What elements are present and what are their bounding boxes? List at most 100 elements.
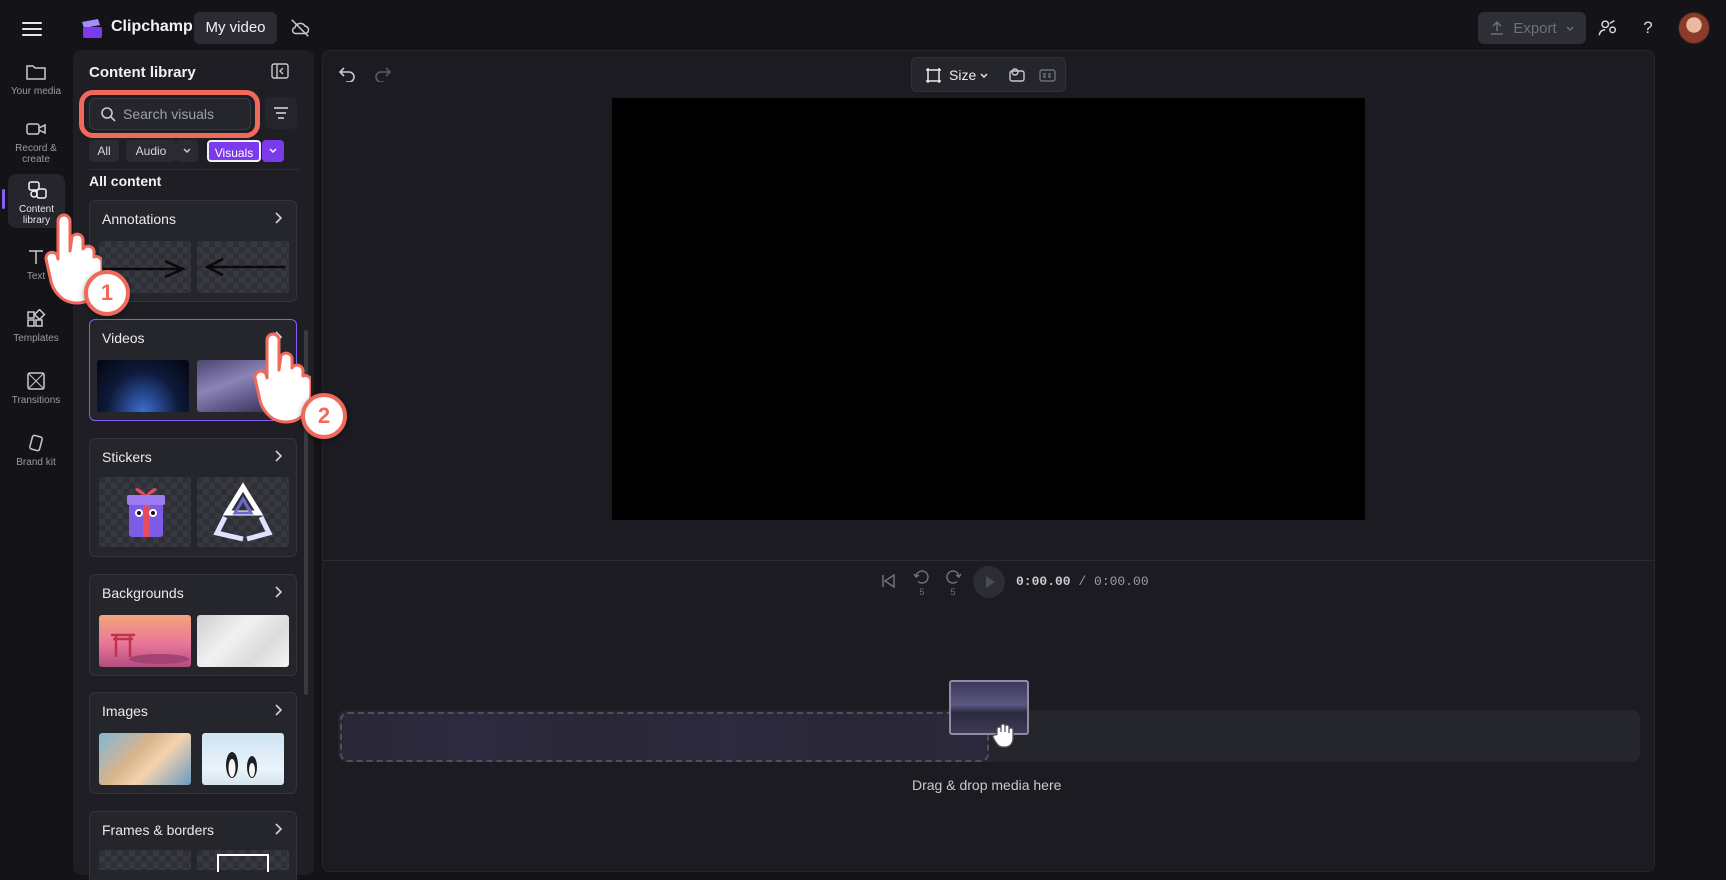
recycle-sticker-icon: [213, 482, 273, 542]
category-card-frames-borders[interactable]: Frames & borders: [89, 811, 297, 880]
skip-back-icon[interactable]: [880, 573, 896, 589]
filter-visuals-chip[interactable]: Visuals: [207, 140, 261, 162]
folder-icon: [26, 65, 46, 80]
background-thumbnail-torii[interactable]: [99, 615, 191, 667]
content-library-icon: [27, 181, 47, 199]
category-card-stickers[interactable]: Stickers: [89, 438, 297, 557]
grab-hand-icon: [992, 723, 1014, 748]
export-button[interactable]: Export: [1478, 12, 1586, 44]
rail-label: Transitions: [11, 395, 61, 406]
time-total: / 0:00.00: [1078, 574, 1149, 589]
rail-label: Record & create: [15, 143, 57, 165]
rail-item-transitions[interactable]: Transitions: [4, 371, 68, 415]
card-title: Videos: [102, 330, 145, 346]
step-badge-2: 2: [301, 393, 347, 439]
canvas-toolbar: Size: [911, 57, 1066, 92]
rail-item-record-create[interactable]: Record & create: [4, 119, 68, 165]
image-thumbnail-people[interactable]: [99, 733, 191, 785]
drop-zone-placeholder[interactable]: [340, 712, 989, 762]
rail-item-your-media[interactable]: Your media: [4, 62, 68, 106]
avatar[interactable]: [1678, 12, 1710, 44]
rail-label: Text: [26, 271, 46, 282]
rail-item-templates[interactable]: Templates: [4, 309, 68, 353]
card-title: Stickers: [102, 449, 152, 465]
panel-title: Content library: [89, 64, 196, 81]
templates-icon: [27, 309, 46, 327]
frame-thumbnail[interactable]: [197, 850, 289, 872]
menu-icon[interactable]: [20, 18, 44, 38]
transitions-icon: [27, 372, 45, 390]
size-dropdown-label[interactable]: Size: [949, 67, 976, 83]
filter-all-chip[interactable]: All: [89, 140, 119, 162]
collapse-panel-icon[interactable]: [271, 63, 289, 79]
category-card-images[interactable]: Images: [89, 692, 297, 794]
annotation-thumbnail[interactable]: [197, 241, 289, 293]
camera-icon: [26, 123, 46, 135]
cloud-off-icon[interactable]: [289, 17, 311, 39]
rewind-5s-button[interactable]: 5: [912, 570, 932, 597]
project-name-button[interactable]: My video: [194, 12, 277, 44]
rail-label: Brand kit: [16, 457, 56, 468]
redo-icon[interactable]: [374, 64, 392, 82]
rewind-seconds: 5: [919, 587, 925, 597]
preview-timeline-divider: [322, 560, 1655, 561]
category-card-backgrounds[interactable]: Backgrounds: [89, 574, 297, 676]
export-label: Export: [1513, 19, 1557, 37]
filter-visuals-dropdown[interactable]: [262, 140, 284, 162]
image-thumbnail-penguins[interactable]: [202, 733, 284, 785]
card-title: Annotations: [102, 211, 176, 227]
rail-label: Your media: [10, 86, 62, 97]
chevron-down-icon: [269, 148, 277, 153]
rail-active-indicator: [2, 189, 5, 209]
card-title: Frames & borders: [102, 822, 215, 838]
chevron-right-icon: [275, 450, 283, 462]
video-thumbnail-night-sky[interactable]: [97, 360, 189, 412]
search-box[interactable]: [89, 98, 251, 130]
filter-audio-dropdown[interactable]: [176, 140, 198, 162]
chevron-right-icon: [275, 704, 283, 716]
search-icon: [101, 107, 116, 122]
background-thumbnail-leaf-shadow[interactable]: [197, 615, 289, 667]
sticker-thumbnail-gift[interactable]: [99, 477, 191, 547]
card-title: Backgrounds: [102, 585, 184, 601]
forward-seconds: 5: [950, 587, 956, 597]
frame-thumbnail[interactable]: [99, 850, 191, 870]
divider: [89, 169, 299, 170]
chevron-right-icon: [275, 823, 283, 835]
chevron-right-icon: [275, 212, 283, 224]
play-button[interactable]: [973, 566, 1005, 598]
sticker-thumbnail-recycle[interactable]: [197, 477, 289, 547]
filter-audio-chip[interactable]: Audio: [126, 140, 176, 162]
time-current: 0:00.00: [1016, 574, 1071, 589]
chevron-down-icon: [980, 73, 988, 78]
help-icon[interactable]: ?: [1640, 16, 1656, 40]
penguin-icon: [226, 752, 257, 778]
filter-button[interactable]: [265, 97, 297, 129]
share-people-icon[interactable]: [1597, 17, 1619, 39]
torii-gate-icon: [111, 633, 189, 664]
filter-icon: [274, 107, 288, 119]
timecode: 0:00.00 / 0:00.00: [1016, 574, 1149, 589]
drop-hint-text: Drag & drop media here: [912, 777, 1062, 793]
undo-icon[interactable]: [338, 64, 356, 82]
forward-5s-button[interactable]: 5: [943, 570, 963, 597]
chevron-down-icon: [183, 148, 191, 153]
aspect-ratio-icon[interactable]: [925, 67, 942, 84]
gift-sticker-icon: [127, 488, 165, 537]
chevron-down-icon: [1566, 26, 1574, 31]
app-title: Clipchamp: [111, 18, 193, 35]
video-preview-canvas[interactable]: [612, 98, 1365, 520]
rail-label: Templates: [13, 333, 59, 344]
section-label: All content: [89, 173, 162, 189]
upload-icon: [1491, 20, 1504, 35]
search-input[interactable]: [123, 106, 243, 122]
clipchamp-logo-icon: [82, 19, 102, 38]
play-icon: [986, 576, 995, 588]
rail-item-brand-kit[interactable]: Brand kit: [4, 433, 68, 477]
captions-icon[interactable]: [1038, 66, 1058, 84]
arrow-left-icon: [204, 257, 285, 277]
background-color-icon[interactable]: [1008, 66, 1026, 84]
chevron-right-icon: [275, 586, 283, 598]
forward-icon: [946, 570, 962, 584]
step-badge-1: 1: [84, 270, 130, 316]
